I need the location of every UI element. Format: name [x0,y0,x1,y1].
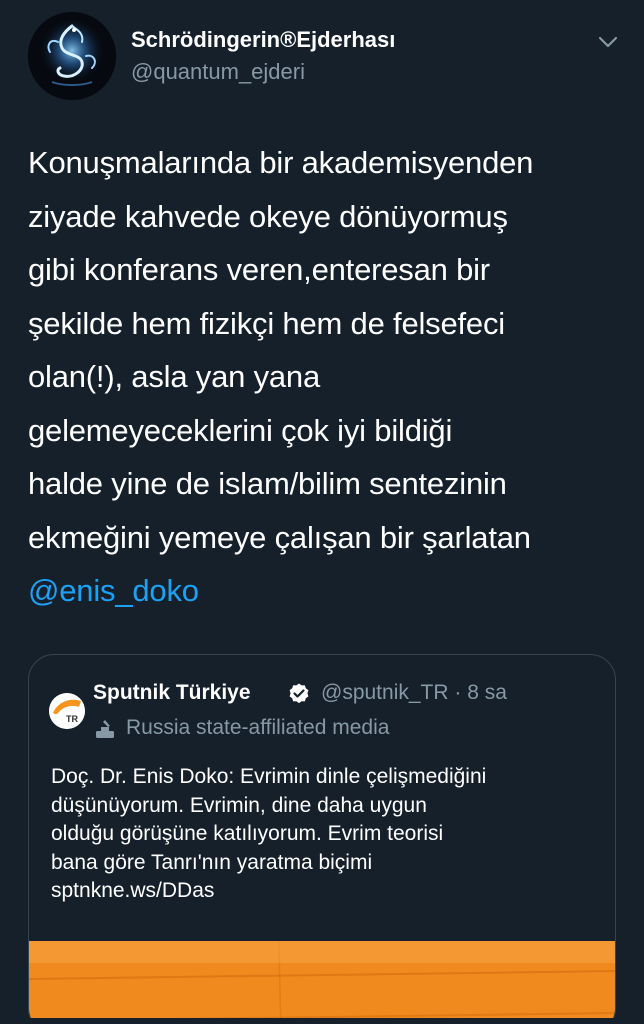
tweet-view: Schrödingerin®Ejderhası @quantum_ejderi … [0,0,644,1024]
tweet-text-line: gelemeyeceklerini çok iyi bildiği [28,412,453,448]
sputnik-logo-icon: TR [49,693,85,729]
tweet-body: Konuşmalarında bir akademisyenden ziyade… [28,136,628,618]
verified-badge-icon [287,682,311,706]
quoted-tweet-body: Doç. Dr. Enis Doko: Evrimin dinle çelişm… [51,763,601,906]
tweet-text-line: ziyade kahvede okeye dönüyormuş [28,198,508,234]
quoted-handle-and-time[interactable]: @sputnik_TR · 8 sa [321,681,507,705]
quoted-text-line: bana göre Tanrı'nın yaratma biçimi [51,850,373,874]
state-media-icon [93,717,117,741]
quoted-author-avatar[interactable]: TR [49,693,85,729]
author-display-name[interactable]: Schrödingerin®Ejderhası [131,27,395,53]
state-affiliated-label[interactable]: Russia state-affiliated media [126,716,389,740]
quoted-text-line: düşünüyorum. Evrimin, dine daha uygun [51,793,427,817]
quoted-tweet-card[interactable]: TR Sputnik Türkiye @sputnik_TR · 8 sa Ru… [28,654,616,1024]
mention-link[interactable]: @enis_doko [28,573,199,608]
author-handle[interactable]: @quantum_ejderi [131,59,305,85]
quoted-text-line: Doç. Dr. Enis Doko: Evrimin dinle çelişm… [51,765,487,788]
tweet-text-line: olan(!), asla yan yana [28,359,320,394]
tweet-text-line: ekmeğini yemeye çalışan bir şarlatan [28,519,531,555]
chevron-down-icon[interactable] [596,32,620,52]
quoted-author-name[interactable]: Sputnik Türkiye [93,681,251,705]
quoted-link[interactable]: sptnkne.ws/DDas [51,879,214,902]
tweet-header: Schrödingerin®Ejderhası @quantum_ejderi [0,0,644,110]
tweet-text-line: halde yine de islam/bilim sentezinin [28,466,507,501]
quoted-text-line: olduğu görüşüne katılıyorum. Evrim teori… [51,822,444,845]
tweet-text-line: gibi konferans veren,enteresan bir [28,252,490,287]
author-avatar[interactable] [28,12,116,100]
bottom-edge [0,1018,644,1024]
tweet-text-line: Konuşmalarında bir akademisyenden [28,145,534,180]
quoted-media-image[interactable] [29,941,615,1024]
svg-text:TR: TR [66,714,78,724]
dragon-avatar-image [28,12,116,100]
tweet-text-line: şekilde hem fizikçi hem de felsefeci [28,305,505,341]
